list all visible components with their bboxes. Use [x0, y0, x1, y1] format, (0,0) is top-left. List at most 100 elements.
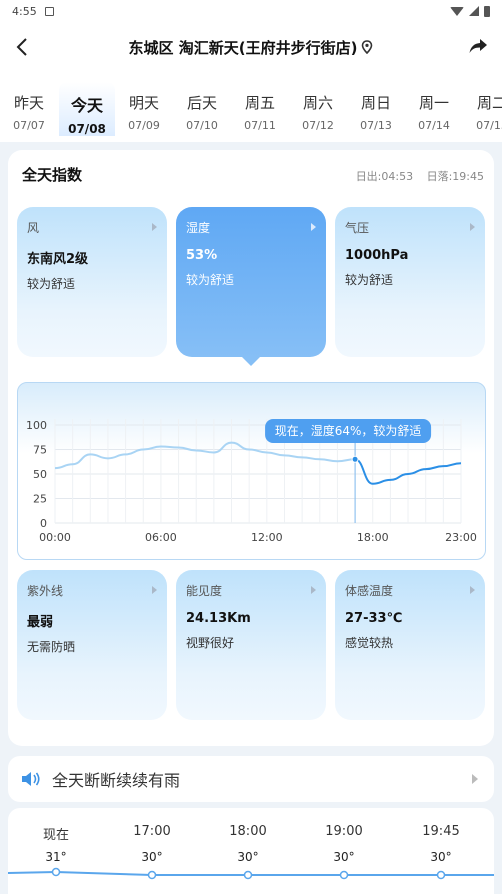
- chevron-right-icon: [152, 223, 157, 231]
- index-tile-desc: 较为舒适: [27, 277, 76, 291]
- signal-icon: [469, 6, 479, 16]
- sunrise-time: 日出:04:53: [355, 170, 414, 183]
- notice-text: 全天断断续续有雨: [52, 771, 181, 790]
- chevron-right-icon: [470, 223, 475, 231]
- day-tab-date: 07/09: [128, 119, 160, 132]
- index-tile[interactable]: 气压 1000hPa 较为舒适: [335, 207, 485, 357]
- active-tile-pointer: [242, 357, 260, 366]
- hour-point: [147, 870, 157, 880]
- x-tick-label: 23:00: [445, 531, 477, 544]
- hour-temp: 31°: [45, 850, 67, 864]
- sun-info: 日出:04:53 日落:19:45: [356, 168, 484, 184]
- index-tile-value: 27-33℃: [345, 611, 403, 626]
- day-tab-date: 07/14: [418, 119, 450, 132]
- hour-temp: 30°: [237, 850, 259, 864]
- chevron-right-icon: [311, 223, 316, 231]
- day-tab[interactable]: 周六 07/12: [290, 82, 346, 136]
- day-tab-date: 07/15: [476, 119, 502, 132]
- status-time: 4:55: [12, 4, 37, 18]
- y-tick-label: 75: [33, 444, 47, 457]
- location-title[interactable]: 东城区 淘汇新天(王府井步行街店): [129, 37, 358, 58]
- wifi-icon: [450, 6, 464, 16]
- day-tab[interactable]: 昨天 07/07: [1, 82, 57, 136]
- hour-point: [436, 870, 446, 880]
- index-tile[interactable]: 体感温度 27-33℃ 感觉较热: [335, 570, 485, 720]
- y-tick-label: 25: [33, 493, 47, 506]
- humidity-chart-svg: 0 25 50 75 100 00:00 06:00 12:00 18:00 23:00 现在，湿度…: [26, 419, 477, 544]
- hour-time: 17:00: [133, 824, 171, 839]
- chevron-right-icon: [152, 586, 157, 594]
- index-tile-desc: 无需防晒: [27, 640, 76, 654]
- speaker-icon: [22, 772, 40, 786]
- index-tile-value: 东南风2级: [27, 252, 89, 267]
- hour-time: 18:00: [229, 824, 267, 839]
- humidity-chart[interactable]: 0 25 50 75 100 00:00 06:00 12:00 18:00 23:00 现在，湿度…: [17, 382, 486, 560]
- day-tab[interactable]: 周一 07/14: [406, 82, 462, 136]
- day-tab-name: 今天: [70, 96, 103, 115]
- day-tab-name: 周六: [302, 94, 333, 112]
- index-tile-label: 风: [27, 221, 40, 235]
- index-tile-desc: 较为舒适: [345, 273, 394, 287]
- index-tile-label: 能见度: [186, 584, 223, 598]
- index-tile-desc: 较为舒适: [186, 273, 235, 287]
- chevron-right-icon: [472, 774, 478, 784]
- hour-time: 19:00: [325, 824, 363, 839]
- index-tile-label: 体感温度: [345, 584, 394, 598]
- x-tick-label: 18:00: [357, 531, 389, 544]
- back-arrow-icon[interactable]: [10, 34, 36, 60]
- chevron-right-icon: [470, 586, 475, 594]
- day-tab-date: 07/12: [302, 119, 334, 132]
- day-tab-date: 07/11: [244, 119, 276, 132]
- day-tab-date: 07/07: [13, 119, 45, 132]
- hourly-forecast[interactable]: 现在 31° 17:00 30° 18:00 30° 19:00 30° 19:45 30°: [8, 808, 494, 894]
- hour-time: 19:45: [422, 824, 460, 839]
- day-tab[interactable]: 今天 07/08: [59, 82, 115, 136]
- battery-icon: [484, 5, 490, 17]
- day-tab-date: 07/08: [68, 122, 106, 136]
- chart-tooltip-text: 现在，湿度64%，较为舒适: [275, 423, 422, 438]
- hour-time: 现在: [42, 828, 69, 843]
- daily-index-card: 全天指数 日出:04:53 日落:19:45 风东南风2级 较为舒适 湿度 53% 较为…: [8, 150, 494, 746]
- hour-point: [243, 870, 253, 880]
- weather-notice[interactable]: 全天断断续续有雨: [8, 756, 494, 802]
- x-tick-label: 06:00: [145, 531, 177, 544]
- index-tile-label: 气压: [345, 221, 370, 235]
- index-tile-desc: 视野很好: [186, 636, 235, 650]
- hour-point: [51, 867, 61, 877]
- day-tab[interactable]: 明天 07/09: [116, 82, 172, 136]
- day-tab[interactable]: 周五 07/11: [232, 82, 288, 136]
- card-title: 全天指数: [22, 166, 83, 184]
- chevron-right-icon: [311, 586, 316, 594]
- status-icons: [450, 5, 490, 17]
- index-tile[interactable]: 能见度 24.13Km 视野很好: [176, 570, 326, 720]
- day-tab-name: 昨天: [13, 94, 44, 112]
- location-pin-icon[interactable]: [361, 40, 373, 54]
- day-tab-name: 周二: [476, 94, 502, 112]
- x-tick-label: 12:00: [251, 531, 283, 544]
- day-tab[interactable]: 周二 07/15: [464, 82, 502, 136]
- day-tab-name: 周日: [360, 94, 391, 112]
- hour-temp: 30°: [141, 850, 163, 864]
- index-tile-value: 最弱: [27, 615, 54, 630]
- y-tick-label: 100: [26, 419, 47, 432]
- index-tile-label: 紫外线: [27, 584, 64, 598]
- status-bar: 4:55: [0, 0, 502, 22]
- index-tile-value: 24.13Km: [186, 611, 251, 626]
- day-tab[interactable]: 后天 07/10: [174, 82, 230, 136]
- index-tile[interactable]: 紫外线 最弱 无需防晒: [17, 570, 167, 720]
- hour-point: [339, 870, 349, 880]
- index-tile[interactable]: 风东南风2级较为舒适: [17, 207, 167, 357]
- index-tile[interactable]: 湿度 53% 较为舒适: [176, 207, 326, 357]
- day-tab-name: 明天: [128, 94, 159, 112]
- sunset-time: 日落:19:45: [426, 170, 484, 183]
- top-bar: 东城区 淘汇新天(王府井步行街店): [0, 22, 502, 72]
- day-tab[interactable]: 周日 07/13: [348, 82, 404, 136]
- index-tile-label: 湿度: [186, 221, 211, 235]
- share-icon[interactable]: [466, 34, 490, 58]
- x-tick-label: 00:00: [39, 531, 71, 544]
- day-tab-name: 周一: [418, 94, 449, 112]
- hour-temp: 30°: [333, 850, 355, 864]
- notification-icon: [44, 6, 54, 16]
- hour-temp: 30°: [430, 850, 452, 864]
- y-tick-label: 0: [40, 517, 47, 530]
